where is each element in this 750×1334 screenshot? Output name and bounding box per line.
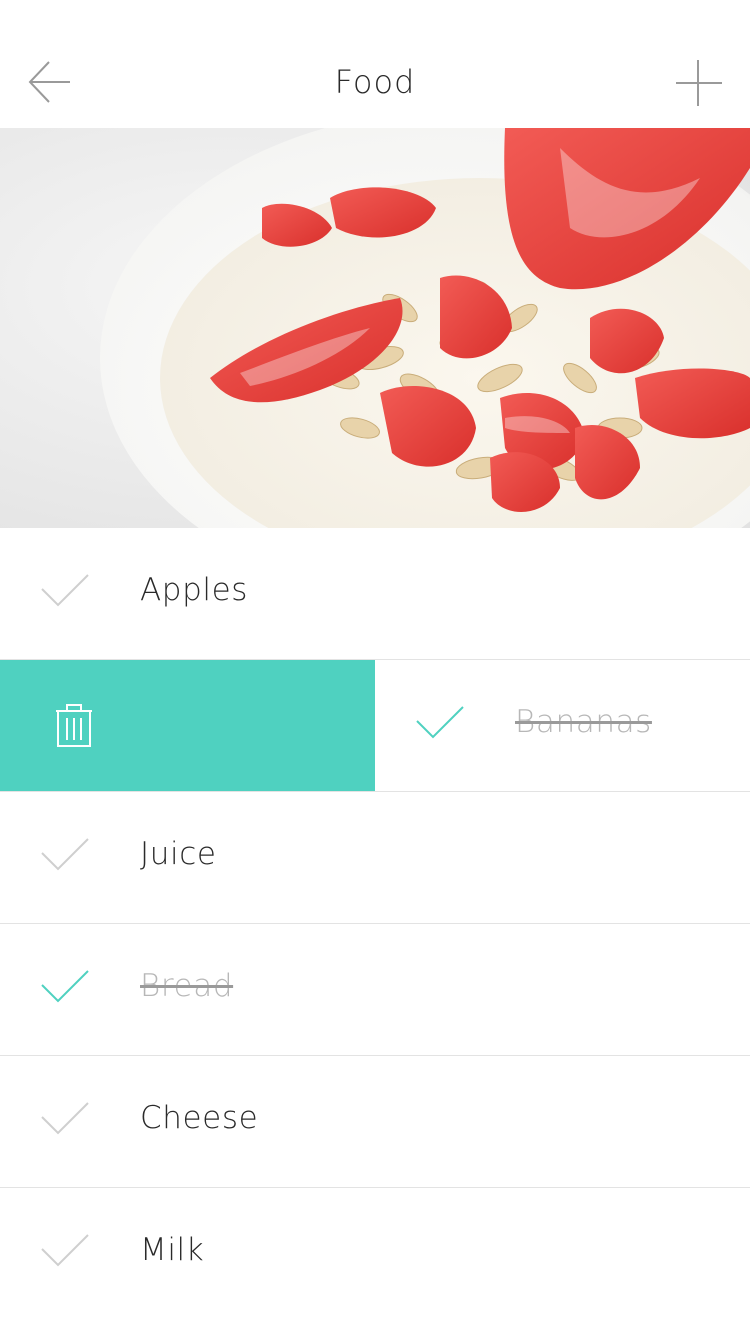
checkmark-icon[interactable]	[40, 967, 90, 1007]
list-item[interactable]: Juice	[0, 792, 750, 924]
item-label: Milk	[140, 1232, 205, 1268]
checkmark-icon[interactable]	[40, 1099, 90, 1139]
list-item[interactable]: Bananas	[0, 660, 750, 792]
trash-icon[interactable]	[54, 704, 94, 748]
item-label: Juice	[140, 836, 217, 872]
list-item[interactable]: Bread	[0, 924, 750, 1056]
list-item[interactable]: Cheese	[0, 1056, 750, 1188]
checkmark-icon[interactable]	[40, 1231, 90, 1271]
checkmark-icon[interactable]	[40, 571, 90, 611]
item-label: Bread	[140, 968, 234, 1004]
item-label: Apples	[140, 572, 248, 608]
item-label: Bananas	[515, 704, 652, 740]
checkmark-icon[interactable]	[40, 835, 90, 875]
list-item[interactable]: Apples	[0, 528, 750, 660]
delete-action[interactable]	[0, 660, 375, 791]
hero-image	[0, 128, 750, 528]
plus-icon	[676, 60, 722, 106]
add-item-button[interactable]	[672, 56, 728, 112]
item-label: Cheese	[140, 1100, 259, 1136]
yogurt-strawberries-photo	[0, 128, 750, 528]
nav-header: Food	[0, 0, 750, 128]
checkmark-icon[interactable]	[415, 703, 465, 743]
list-item[interactable]: Milk	[0, 1188, 750, 1319]
page-title: Food	[334, 63, 416, 101]
food-list: Apples Bananas Juice Bread Cheese Milk	[0, 528, 750, 1319]
